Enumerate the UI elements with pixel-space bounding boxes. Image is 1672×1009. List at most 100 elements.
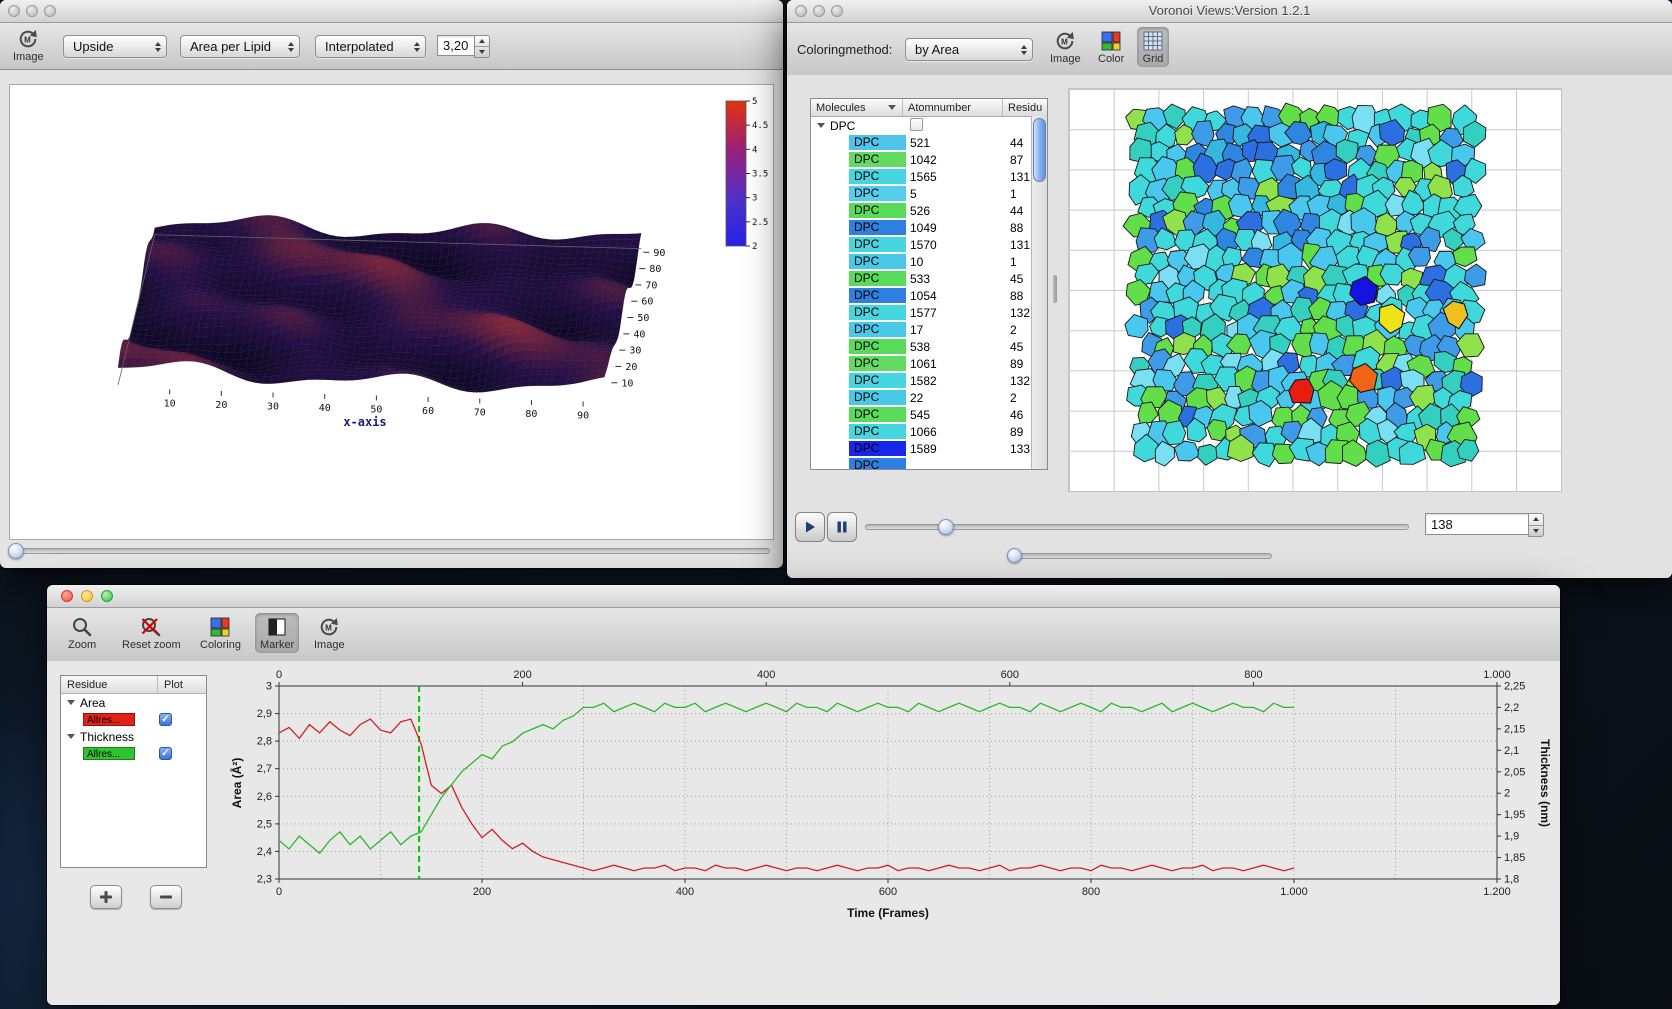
minimize-button[interactable] [81,590,93,602]
frame-slider-thumb[interactable] [938,519,954,535]
svg-text:3: 3 [266,681,272,693]
atomnumber-cell: 533 [903,272,1003,286]
disclosure-icon[interactable] [817,123,825,128]
molecule-table-header[interactable]: Molecules Atomnumber Residu [811,99,1047,117]
table-row[interactable]: DPC101 [811,253,1047,270]
molecule-group-row[interactable]: DPC [811,117,1047,134]
svg-text:200: 200 [513,669,531,681]
orientation-popup[interactable]: Upside [63,35,167,58]
table-row[interactable]: DPC222 [811,389,1047,406]
table-row[interactable]: DPC52644 [811,202,1047,219]
image-export-button[interactable]: M Image [309,613,350,653]
svg-text:10: 10 [164,398,176,409]
svg-text:2: 2 [1504,788,1510,800]
frame-stepper[interactable] [1528,513,1544,537]
area-series-row[interactable]: Allres... ✓ [61,711,206,728]
titlebar[interactable] [0,0,783,23]
area-series-swatch[interactable]: Allres... [83,713,135,726]
play-button[interactable] [795,512,825,542]
table-row[interactable]: DPC104287 [811,151,1047,168]
titlebar[interactable] [47,585,1560,608]
col-atomnumber: Atomnumber [908,102,971,114]
marker-icon [266,616,288,638]
svg-text:Area (Å²): Area (Å²) [229,758,244,809]
table-row[interactable]: DPC53345 [811,270,1047,287]
svg-text:1,9: 1,9 [1504,831,1519,843]
rotation-slider-thumb[interactable] [8,543,24,559]
image-export-button[interactable]: M Image [1045,27,1086,67]
table-row[interactable]: DPC1582132 [811,372,1047,389]
thickness-group-row[interactable]: Thickness [61,728,206,745]
stepper-down-icon[interactable] [475,47,489,57]
svg-text:2,05: 2,05 [1504,766,1525,778]
frame-number-field[interactable]: 138 [1425,513,1539,535]
svg-text:2,7: 2,7 [257,763,272,775]
minimize-button[interactable] [26,5,38,17]
close-button[interactable] [8,5,20,17]
surface-plot-canvas: 102030405060708090102030405060708090x-ax… [9,84,774,540]
disclosure-icon[interactable] [67,700,75,705]
stepper-up-icon[interactable] [1529,514,1543,526]
residue-color-swatch: DPC [849,237,906,252]
table-row[interactable]: DPC104988 [811,219,1047,236]
group-checkbox[interactable] [910,118,923,131]
table-row[interactable]: DPC1589133 [811,440,1047,457]
scrollbar-thumb[interactable] [1033,118,1046,182]
grid-button[interactable]: Grid [1137,27,1169,67]
property-popup[interactable]: Area per Lipid [180,35,300,58]
surface-mesh [118,215,641,392]
add-series-button[interactable] [90,885,122,909]
color-button[interactable]: Color [1093,27,1129,67]
coloring-button[interactable]: Coloring [195,613,246,653]
residue-panel-header[interactable]: Residue Plot [61,676,206,694]
area-group-row[interactable]: Area [61,694,206,711]
table-row[interactable]: DPC52144 [811,134,1047,151]
table-row[interactable]: DPC1570131 [811,236,1047,253]
molecule-table: Molecules Atomnumber Residu DPC DPC52144… [810,98,1048,470]
interpolation-popup[interactable]: Interpolated [315,35,426,58]
image-export-button[interactable]: M Image [8,25,49,65]
thickness-series-swatch[interactable]: Allres... [83,747,135,760]
reset-zoom-button[interactable]: Reset zoom [117,613,186,653]
thickness-visible-checkbox[interactable]: ✓ [159,747,172,760]
svg-text:2,3: 2,3 [257,874,272,886]
svg-text:70: 70 [645,280,657,291]
speed-slider[interactable] [1012,553,1272,559]
orientation-value: Upside [73,39,113,54]
svg-text:1,95: 1,95 [1504,809,1525,821]
table-scrollbar[interactable] [1031,116,1047,469]
table-row[interactable]: DPC1565131 [811,168,1047,185]
area-visible-checkbox[interactable]: ✓ [159,713,172,726]
minus-icon [159,890,173,904]
table-row[interactable]: DPC172 [811,321,1047,338]
table-row[interactable]: DPC105488 [811,287,1047,304]
zoom-button[interactable]: Zoom [63,613,101,653]
zoom-window-button[interactable] [101,590,113,602]
marker-button[interactable]: Marker [255,613,299,653]
coloring-method-popup[interactable]: by Area [905,38,1033,61]
remove-series-button[interactable] [150,885,182,909]
disclosure-icon[interactable] [67,734,75,739]
zoom-window-button[interactable] [44,5,56,17]
stepper-up-icon[interactable] [475,36,489,47]
titlebar[interactable]: Voronoi Views:Version 1.2.1 [787,0,1672,23]
svg-text:400: 400 [757,669,775,681]
table-row[interactable]: DPC53845 [811,338,1047,355]
table-row[interactable]: DPC1577132 [811,304,1047,321]
splitter-handle[interactable] [1053,275,1057,303]
thickness-series-row[interactable]: Allres... ✓ [61,745,206,762]
residue-color-swatch: DPC [849,288,906,303]
pause-button[interactable] [827,512,857,542]
stepper-down-icon[interactable] [1529,526,1543,537]
svg-text:90: 90 [577,410,589,421]
table-row[interactable]: DPC106189 [811,355,1047,372]
rotation-slider[interactable] [10,548,770,554]
table-row[interactable]: DPC [811,457,1047,470]
table-row[interactable]: DPC51 [811,185,1047,202]
table-row[interactable]: DPC54546 [811,406,1047,423]
speed-slider-thumb[interactable] [1007,548,1022,563]
scale-stepper[interactable] [474,35,490,58]
frame-number-value: 138 [1431,517,1453,532]
table-row[interactable]: DPC106689 [811,423,1047,440]
close-button[interactable] [61,590,73,602]
